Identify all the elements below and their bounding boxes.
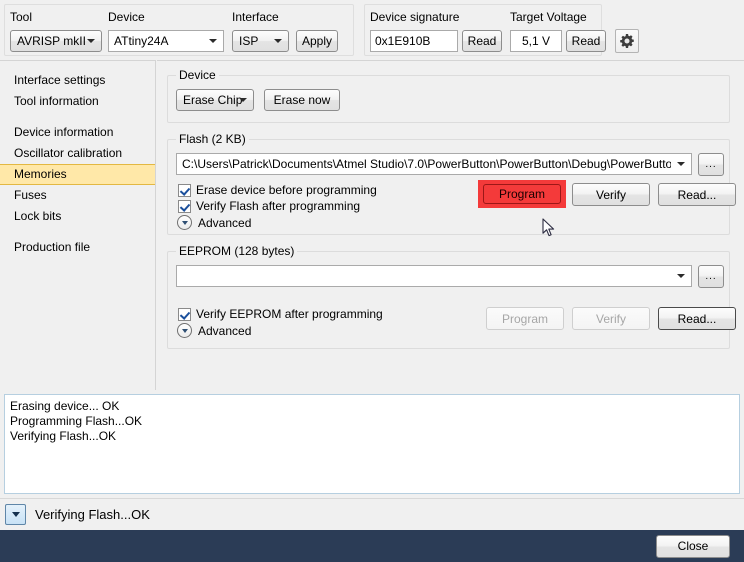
programming-dialog: Tool AVRISP mkII Device ATtiny24A Interf… [0, 0, 744, 562]
flash-advanced-expander[interactable]: Advanced [177, 215, 251, 230]
log-line: Programming Flash...OK [10, 414, 143, 428]
flash-file-path: C:\Users\Patrick\Documents\Atmel Studio\… [182, 157, 671, 171]
sidebar-divider [0, 227, 155, 237]
eeprom-browse-button[interactable]: ... [698, 265, 724, 288]
eeprom-program-button[interactable]: Program [486, 307, 564, 330]
erase-mode-combobox[interactable]: Erase Chip [176, 89, 254, 111]
sidebar-item-oscillator-calibration[interactable]: Oscillator calibration [0, 143, 155, 164]
erase-mode-value: Erase Chip [183, 93, 243, 107]
flash-program-button[interactable]: Program [483, 184, 561, 204]
sidebar-item-lock-bits[interactable]: Lock bits [0, 206, 155, 227]
target-voltage-value: 5,1 V [521, 34, 551, 48]
eeprom-verify-button[interactable]: Verify [572, 307, 650, 330]
chevron-down-icon [677, 274, 685, 278]
tool-field: Tool [10, 10, 32, 24]
eeprom-read-button[interactable]: Read... [658, 307, 736, 330]
flash-browse-button[interactable]: ... [698, 153, 724, 176]
interface-combobox[interactable]: ISP [232, 30, 289, 52]
device-signature-value: 0x1E910B [375, 34, 431, 48]
sidebar: Interface settings Tool information Devi… [0, 60, 156, 390]
device-combobox-value: ATtiny24A [114, 34, 169, 48]
log-line: Verifying Flash...OK [10, 429, 117, 443]
sidebar-item-interface-settings[interactable]: Interface settings [0, 70, 155, 91]
flash-verify-button[interactable]: Verify [572, 183, 650, 206]
checkbox-icon [178, 183, 191, 197]
target-voltage-field: Target Voltage [510, 10, 587, 24]
checkbox-icon [178, 307, 191, 321]
chevron-down-circle-icon [177, 215, 192, 230]
memories-pane: Device Erase Chip Erase now Flash (2 KB)… [157, 60, 744, 390]
bottom-bar: Close [0, 530, 744, 562]
eeprom-file-combobox[interactable] [176, 265, 692, 287]
verify-flash-label: Verify Flash after programming [196, 199, 361, 213]
tool-combobox-value: AVRISP mkII [17, 34, 86, 48]
flash-group-title: Flash (2 KB) [176, 132, 249, 146]
device-field: Device [108, 10, 145, 24]
chevron-down-circle-icon [177, 323, 192, 338]
log-line: Erasing device... OK [10, 399, 120, 413]
interface-field: Interface [232, 10, 279, 24]
flash-file-combobox[interactable]: C:\Users\Patrick\Documents\Atmel Studio\… [176, 153, 692, 175]
chevron-down-icon [274, 39, 282, 43]
flash-advanced-label: Advanced [198, 215, 252, 230]
verify-eeprom-checkbox[interactable]: Verify EEPROM after programming [178, 307, 383, 321]
verify-eeprom-label: Verify EEPROM after programming [196, 307, 383, 321]
device-label: Device [108, 10, 145, 24]
sidebar-item-memories[interactable]: Memories [0, 164, 155, 185]
target-voltage-label: Target Voltage [510, 10, 587, 24]
sidebar-item-tool-information[interactable]: Tool information [0, 91, 155, 112]
eeprom-advanced-expander[interactable]: Advanced [177, 323, 251, 338]
chevron-down-icon [209, 39, 217, 43]
interface-label: Interface [232, 10, 279, 24]
apply-button[interactable]: Apply [296, 30, 338, 52]
erase-now-button[interactable]: Erase now [264, 89, 340, 111]
sidebar-item-production-file[interactable]: Production file [0, 237, 155, 258]
erase-before-programming-label: Erase device before programming [196, 183, 377, 197]
status-bar: Verifying Flash...OK [0, 498, 744, 530]
erase-before-programming-checkbox[interactable]: Erase device before programming [178, 183, 377, 197]
tool-combobox[interactable]: AVRISP mkII [10, 30, 102, 52]
settings-button[interactable] [615, 29, 639, 53]
device-signature-field: Device signature [370, 10, 459, 24]
top-toolbar: Tool AVRISP mkII Device ATtiny24A Interf… [0, 0, 744, 60]
device-group-title: Device [176, 68, 219, 82]
status-expander-button[interactable] [5, 504, 26, 525]
gear-icon [620, 34, 634, 48]
flash-group: Flash (2 KB) C:\Users\Patrick\Documents\… [167, 132, 736, 235]
chevron-down-icon [239, 98, 247, 102]
device-signature-label: Device signature [370, 10, 460, 24]
target-voltage-input[interactable]: 5,1 V [510, 30, 562, 52]
eeprom-group-title: EEPROM (128 bytes) [176, 244, 298, 258]
chevron-down-icon [677, 162, 685, 166]
status-text: Verifying Flash...OK [35, 507, 150, 522]
eeprom-advanced-label: Advanced [198, 323, 252, 338]
log-output[interactable]: Erasing device... OK Programming Flash..… [4, 394, 740, 494]
flash-read-button[interactable]: Read... [658, 183, 736, 206]
sidebar-item-fuses[interactable]: Fuses [0, 185, 155, 206]
chevron-down-icon [87, 39, 95, 43]
sidebar-item-device-information[interactable]: Device information [0, 122, 155, 143]
interface-combobox-value: ISP [239, 34, 259, 48]
read-voltage-button[interactable]: Read [566, 30, 606, 52]
device-combobox[interactable]: ATtiny24A [108, 30, 224, 52]
sidebar-divider [0, 112, 155, 122]
verify-flash-checkbox[interactable]: Verify Flash after programming [178, 199, 360, 213]
checkbox-icon [178, 199, 191, 213]
read-signature-button[interactable]: Read [462, 30, 502, 52]
device-group: Device Erase Chip Erase now [167, 68, 730, 123]
eeprom-group: EEPROM (128 bytes) ... Verify EEPROM aft… [167, 244, 736, 349]
chevron-down-icon [11, 512, 20, 517]
close-button[interactable]: Close [656, 534, 730, 558]
tool-label: Tool [10, 10, 33, 24]
device-signature-input[interactable]: 0x1E910B [370, 30, 458, 52]
